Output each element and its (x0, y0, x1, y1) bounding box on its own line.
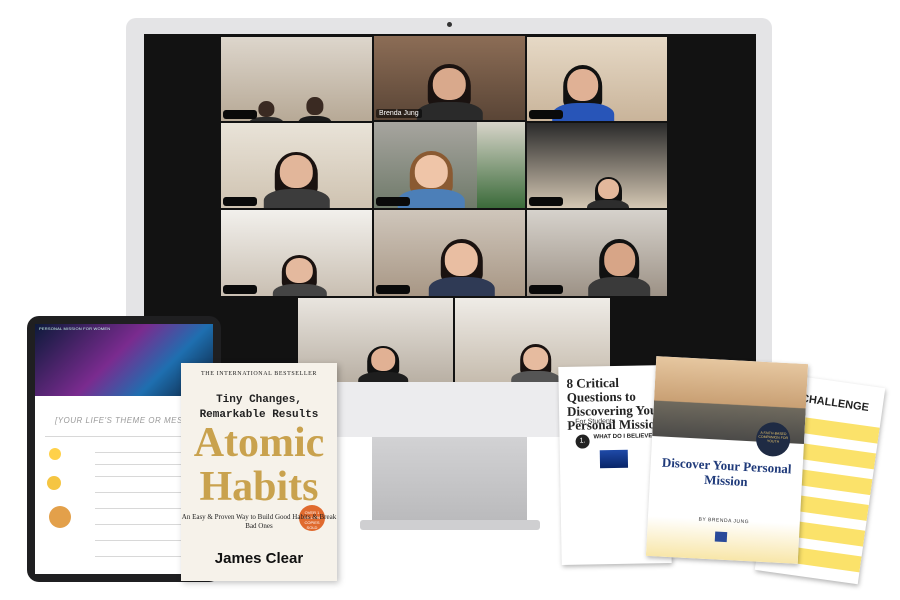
name-redaction (223, 285, 257, 294)
divider (45, 436, 203, 437)
iceberg-image (599, 449, 629, 469)
video-tile[interactable] (221, 37, 372, 121)
question-heading: WHAT DO I BELIEVE? (593, 433, 657, 441)
name-redaction (223, 110, 257, 119)
shiba-dog-icon (49, 506, 71, 528)
challenge-title: CHALLENGE (800, 392, 870, 415)
video-tile[interactable] (527, 210, 667, 296)
emoji-icon (47, 476, 61, 490)
video-tile[interactable] (221, 210, 372, 296)
video-tile[interactable] (527, 123, 667, 208)
question-number: 1. (575, 434, 590, 449)
discover-mission-cover: A FAITH-BASED COMPANION FOR YOUTH Discov… (645, 356, 809, 564)
name-redaction (376, 197, 410, 206)
video-tile[interactable] (374, 210, 525, 296)
camera-dot (447, 22, 452, 27)
video-tile[interactable] (374, 122, 525, 208)
name-redaction (223, 197, 257, 206)
stand-base (360, 520, 540, 530)
speaker-name-tag: Brenda Jung (376, 109, 422, 118)
logo-icon (714, 531, 728, 543)
doc2-badge: A FAITH-BASED COMPANION FOR YOUTH (755, 421, 792, 458)
name-redaction (529, 197, 563, 206)
monitor-stand (372, 437, 527, 525)
tablet-banner-text: PERSONAL MISSION FOR WOMEN (39, 326, 111, 331)
video-tile[interactable] (221, 123, 372, 208)
name-redaction (529, 285, 563, 294)
doc2-title: Discover Your Personal Mission (661, 454, 792, 490)
video-tile-active-speaker[interactable]: Brenda Jung (374, 36, 525, 120)
name-redaction (376, 285, 410, 294)
book-tagline: Tiny Changes, Remarkable Results (199, 394, 319, 421)
smiley-icon (49, 448, 61, 460)
atomic-habits-book: THE INTERNATIONAL BESTSELLER Tiny Change… (181, 363, 337, 581)
book-subtitle: An Easy & Proven Way to Build Good Habit… (181, 513, 337, 530)
doc1-subtitle: For Students (575, 417, 616, 426)
name-redaction (529, 110, 563, 119)
book-author: James Clear (214, 550, 304, 567)
book-title: Atomic Habits (193, 420, 325, 510)
book-header: THE INTERNATIONAL BESTSELLER (201, 371, 317, 377)
video-tile[interactable] (527, 37, 667, 121)
